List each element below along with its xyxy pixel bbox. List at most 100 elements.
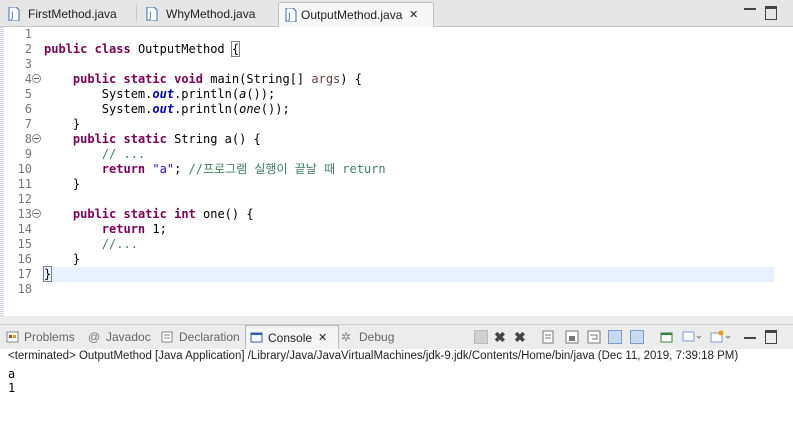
scroll-lock-icon[interactable] [565, 330, 579, 344]
code-line: 2 public class OutputMethod { [0, 41, 793, 57]
tab-label: Console [268, 331, 313, 345]
fold-toggle-icon[interactable] [32, 209, 41, 218]
code-line-current: 17 } [0, 266, 793, 282]
line-number: 2 [24, 42, 32, 56]
code-line: 12 [0, 192, 793, 207]
code-line: 16 } [0, 252, 793, 267]
code-token: //프로그램 실행이 끝날 때 return [188, 162, 386, 176]
code-token: .println( [174, 87, 240, 101]
code-token: ()); [246, 87, 276, 101]
minimize-icon[interactable] [744, 335, 756, 339]
close-tab-icon[interactable]: ✕ [318, 326, 327, 350]
problems-icon [6, 331, 19, 343]
remove-all-terminated-icon[interactable]: ✖ [514, 330, 528, 344]
maximize-icon[interactable] [765, 6, 777, 20]
code-line: 6 System.out.println(one()); [0, 102, 793, 117]
tab-debug[interactable]: ✲ Debug [341, 325, 401, 349]
code-line: 14 return 1; [0, 222, 793, 237]
line-number: 5 [24, 87, 32, 101]
code-token: public [72, 207, 117, 221]
code-line: 18 [0, 282, 793, 297]
code-token: void [174, 72, 203, 86]
code-token: //... [101, 237, 138, 251]
display-selected-console-icon[interactable] [682, 330, 702, 344]
svg-text:J: J [287, 12, 291, 22]
tab-outputmethod[interactable]: J OutputMethod.java ✕ [278, 2, 434, 27]
close-tab-icon[interactable]: ✕ [409, 3, 418, 27]
tab-label: Javadoc [106, 330, 151, 344]
remove-launch-icon[interactable]: ✖ [494, 330, 508, 344]
tab-label: Declaration [179, 330, 240, 344]
line-number: 17 [17, 267, 32, 281]
declaration-icon [161, 331, 173, 343]
code-line: 13 public static int one() { [0, 207, 793, 222]
code-line: 9 // ... [0, 147, 793, 162]
code-token: OutputMethod [130, 42, 232, 56]
terminate-icon[interactable] [474, 330, 488, 344]
code-line: 10 return "a"; //프로그램 실행이 끝날 때 return [0, 162, 793, 177]
line-number: 3 [24, 57, 32, 71]
line-number: 18 [17, 282, 32, 296]
code-token: ) { [340, 72, 362, 86]
fold-toggle-icon[interactable] [32, 134, 41, 143]
code-token: .println( [174, 102, 240, 116]
code-line: 8 public static String a() { [0, 132, 793, 147]
code-token: out [152, 87, 175, 101]
line-number: 16 [17, 252, 32, 266]
maximize-icon[interactable] [765, 330, 777, 344]
code-token: return [101, 162, 146, 176]
code-line: 11 } [0, 177, 793, 192]
console-output-line: a [8, 367, 16, 381]
pin-console-icon[interactable] [660, 330, 674, 344]
line-number: 9 [24, 147, 32, 161]
svg-text:J: J [10, 11, 14, 21]
code-token: } [72, 117, 81, 131]
tab-label: FirstMethod.java [28, 7, 117, 21]
tab-console[interactable]: Console ✕ [245, 325, 339, 350]
show-console-on-stderr-icon[interactable] [630, 330, 644, 344]
code-line: 4 public static void main(String[] args)… [0, 72, 793, 87]
code-token: String a() { [166, 132, 261, 146]
code-token: public [44, 42, 88, 56]
tab-label: OutputMethod.java [301, 8, 403, 22]
tab-declaration[interactable]: Declaration [161, 325, 241, 349]
line-number: 11 [17, 177, 32, 191]
code-token: public [72, 72, 117, 86]
tab-firstmethod[interactable]: J FirstMethod.java [8, 2, 128, 26]
code-token: "a" [152, 162, 175, 176]
code-token: class [94, 42, 131, 56]
word-wrap-icon[interactable] [587, 330, 601, 344]
console-output-line: 1 [8, 381, 16, 395]
bug-icon: ✲ [341, 330, 352, 344]
panel-tab-bar: Problems @ Javadoc Declaration Console ✕… [0, 324, 793, 350]
console-icon [250, 332, 263, 343]
show-console-on-stdout-icon[interactable] [608, 330, 622, 344]
java-file-icon: J [285, 8, 297, 22]
line-number: 12 [17, 192, 32, 206]
line-number: 1 [24, 27, 32, 41]
tab-problems[interactable]: Problems [6, 325, 78, 349]
java-file-icon: J [146, 7, 158, 21]
code-token: int [174, 207, 196, 221]
open-console-icon[interactable] [710, 330, 731, 344]
tab-whymethod[interactable]: J WhyMethod.java [146, 2, 266, 26]
line-number: 14 [17, 222, 32, 236]
line-number: 10 [17, 162, 32, 176]
code-token: return [101, 222, 146, 236]
clear-console-icon[interactable] [542, 330, 556, 344]
fold-toggle-icon[interactable] [32, 74, 41, 83]
tab-separator [136, 5, 137, 21]
code-token: one() { [195, 207, 254, 221]
code-editor[interactable]: 1 2 public class OutputMethod { 3 4 publ… [0, 27, 793, 316]
svg-text:J: J [148, 11, 152, 21]
editor-tab-bar: J FirstMethod.java J WhyMethod.java J Ou… [0, 0, 793, 27]
code-token: System. [101, 102, 153, 116]
code-token: ()); [260, 102, 290, 116]
code-token: } [42, 266, 53, 282]
code-token: one [239, 102, 261, 116]
console-view[interactable]: <terminated> OutputMethod [Java Applicat… [0, 349, 793, 431]
code-token: } [72, 252, 81, 266]
tab-label: Debug [359, 330, 395, 344]
minimize-icon[interactable] [744, 6, 756, 10]
tab-javadoc[interactable]: @ Javadoc [88, 325, 154, 349]
